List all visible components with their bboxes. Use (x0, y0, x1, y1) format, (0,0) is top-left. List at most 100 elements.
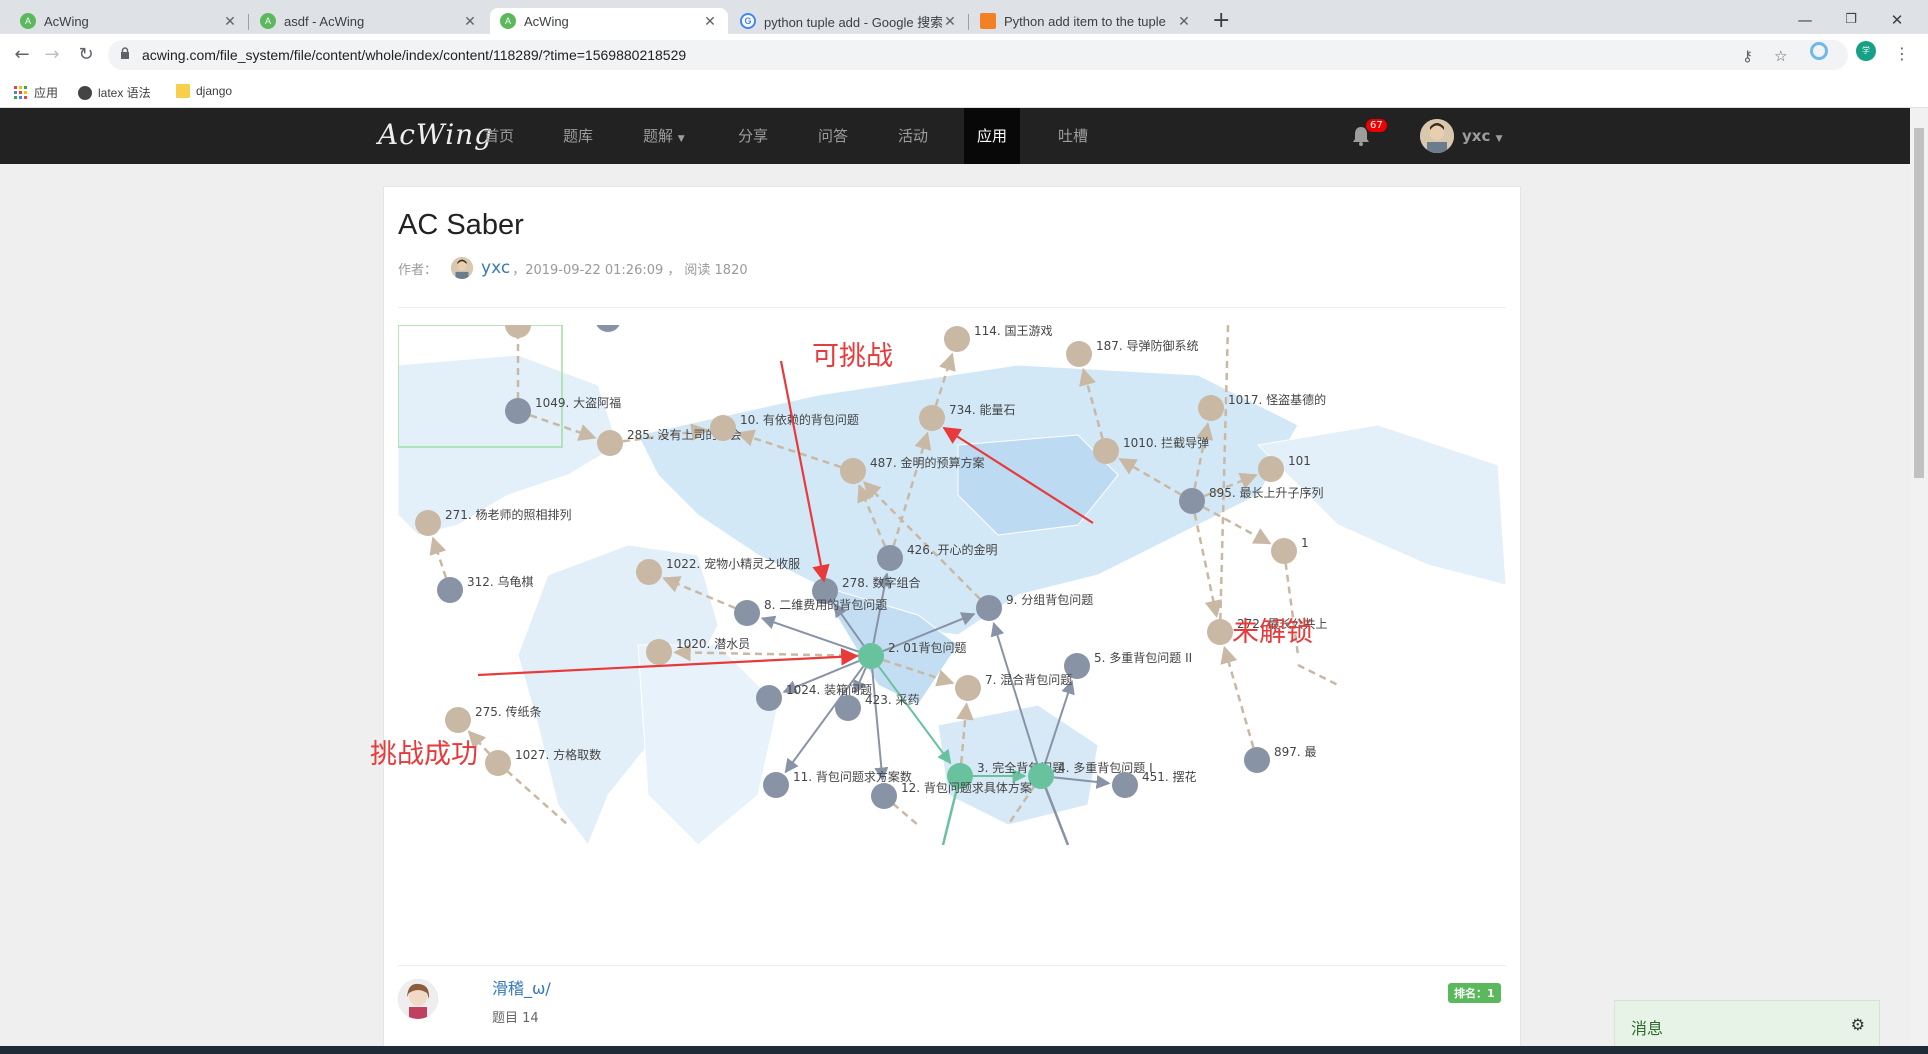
back-icon[interactable]: ← (10, 44, 34, 65)
close-icon[interactable]: ✕ (1176, 13, 1192, 30)
graph-node-1xx[interactable]: 1 (1271, 536, 1309, 564)
divider (398, 965, 1506, 966)
bookmark-label: latex 语法 (98, 86, 151, 100)
user-menu[interactable]: yxc ▼ (1462, 127, 1503, 145)
graph-node-circle[interactable] (871, 783, 897, 809)
graph-node-label: 1020. 潜水员 (676, 637, 750, 651)
avatar-image (1420, 119, 1454, 153)
bookmark-star-icon[interactable]: ☆ (1774, 47, 1787, 65)
graph-edge (1297, 663, 1339, 687)
nav-solutions[interactable]: 题解 ▼ (631, 108, 697, 164)
graph-node-circle[interactable] (756, 685, 782, 711)
graph-node-label: 275. 传纸条 (475, 704, 542, 719)
graph-node-275[interactable]: 275. 传纸条 (445, 704, 542, 733)
author-link[interactable]: yxc (481, 258, 510, 278)
nav-problems[interactable]: 题库 (551, 108, 605, 164)
graph-canvas[interactable]: 1049. 大盗阿福285. 没有上司的舞会10. 有依赖的背包问题487. 金… (398, 325, 1506, 925)
browser-tab-active[interactable]: A AcWing ✕ (490, 8, 728, 34)
nav-home[interactable]: 首页 (472, 108, 526, 164)
graph-node-circle[interactable] (636, 559, 662, 585)
extension-icon[interactable] (1810, 42, 1828, 60)
avatar[interactable] (398, 979, 438, 1019)
nav-share[interactable]: 分享 (726, 108, 780, 164)
graph-node-circle[interactable] (1179, 488, 1205, 514)
graph-node-circle[interactable] (877, 545, 903, 571)
knowledge-graph[interactable]: 1049. 大盗阿福 285. 没有上司的舞会 10. 有依赖的背包问题 487. 金… (398, 325, 1506, 925)
graph-edge (1220, 645, 1255, 748)
graph-node-circle[interactable] (955, 675, 981, 701)
graph-node-partial[interactable] (505, 325, 531, 338)
browser-tab[interactable]: Python add item to the tuple ✕ (970, 8, 1202, 34)
graph-node-circle[interactable] (734, 600, 760, 626)
graph-node-circle[interactable] (1271, 538, 1297, 564)
graph-node-circle[interactable] (1244, 747, 1270, 773)
ranking-user-link[interactable]: 滑稽_ω/ (492, 975, 551, 999)
close-icon[interactable]: ✕ (222, 13, 238, 30)
graph-node-circle[interactable] (710, 415, 736, 441)
browser-tab[interactable]: G python tuple add - Google 搜索 ✕ (730, 8, 968, 34)
address-bar[interactable]: acwing.com/file_system/file/content/whol… (108, 40, 1848, 70)
profile-icon[interactable]: 学 (1856, 41, 1876, 61)
graph-node-circle[interactable] (919, 405, 945, 431)
reload-icon[interactable]: ↻ (74, 44, 98, 65)
annotation-success: 挑战成功 (370, 739, 478, 770)
graph-node-circle[interactable] (1207, 619, 1233, 645)
menu-kebab-icon[interactable]: ⋮ (1890, 44, 1914, 63)
graph-node-circle[interactable] (1112, 772, 1138, 798)
browser-tab[interactable]: A AcWing ✕ (10, 8, 248, 34)
scrollbar-thumb[interactable] (1914, 128, 1924, 478)
avatar[interactable] (1420, 119, 1454, 153)
graph-node-circle[interactable] (1093, 438, 1119, 464)
minimize-button[interactable]: — (1782, 6, 1828, 34)
key-icon[interactable]: ⚷ (1742, 47, 1753, 65)
graph-node-7[interactable]: 7. 混合背包问题 (955, 672, 1072, 701)
nav-apps[interactable]: 应用 (964, 108, 1020, 164)
graph-node-312[interactable]: 312. 乌龟棋 (437, 574, 534, 603)
caret-down-icon: ▼ (677, 134, 685, 144)
graph-node-9[interactable]: 9. 分组背包问题 (976, 593, 1093, 621)
graph-node-circle[interactable] (1258, 456, 1284, 482)
scrollbar[interactable] (1910, 108, 1928, 1054)
graph-node-circle[interactable] (976, 595, 1002, 621)
graph-node-114[interactable]: 114. 国王游戏 (944, 325, 1053, 352)
graph-node-circle[interactable] (437, 577, 463, 603)
graph-node-circle[interactable] (1198, 395, 1224, 421)
nav-feedback[interactable]: 吐槽 (1046, 108, 1100, 164)
graph-node-circle[interactable] (597, 430, 623, 456)
forward-icon[interactable]: → (40, 44, 64, 65)
graph-node-circle[interactable] (835, 695, 861, 721)
gear-icon[interactable]: ⚙ (1851, 1015, 1865, 1034)
bookmark-apps[interactable]: 应用 (14, 84, 58, 101)
graph-node-circle[interactable] (840, 458, 866, 484)
graph-node-circle[interactable] (415, 510, 441, 536)
browser-tab[interactable]: A asdf - AcWing ✕ (250, 8, 488, 34)
restore-button[interactable]: ❐ (1828, 6, 1874, 34)
apps-grid-icon (14, 85, 27, 99)
bookmark-django[interactable]: django (176, 84, 232, 98)
graph-node-451[interactable]: 451. 摆花 (1112, 769, 1197, 798)
graph-node-circle[interactable] (646, 639, 672, 665)
nav-qa[interactable]: 问答 (806, 108, 860, 164)
close-icon[interactable]: ✕ (702, 13, 718, 30)
close-window-button[interactable]: ✕ (1874, 6, 1920, 34)
graph-node-897[interactable]: 897. 最 (1244, 745, 1317, 773)
graph-node-187[interactable]: 187. 导弹防御系统 (1066, 338, 1199, 367)
bookmark-latex[interactable]: latex 语法 (78, 84, 151, 101)
close-icon[interactable]: ✕ (942, 13, 958, 30)
graph-node-circle[interactable] (445, 707, 471, 733)
graph-node-circle[interactable] (505, 398, 531, 424)
new-tab-button[interactable]: + (1212, 8, 1230, 34)
graph-node-5[interactable]: 5. 多重背包问题 II (1064, 651, 1192, 679)
graph-node-circle[interactable] (1066, 341, 1092, 367)
close-icon[interactable]: ✕ (462, 13, 478, 30)
avatar[interactable] (451, 257, 474, 279)
graph-node-circle[interactable] (858, 643, 884, 669)
graph-node-partial[interactable] (595, 325, 621, 332)
graph-node-label: 10. 有依赖的背包问题 (740, 412, 859, 427)
graph-node-circle[interactable] (763, 772, 789, 798)
graph-node-circle[interactable] (485, 750, 511, 776)
graph-node-label: 1010. 拦截导弹 (1123, 436, 1209, 450)
graph-node-circle[interactable] (944, 326, 970, 352)
nav-activities[interactable]: 活动 (886, 108, 940, 164)
globe-icon (78, 85, 92, 100)
